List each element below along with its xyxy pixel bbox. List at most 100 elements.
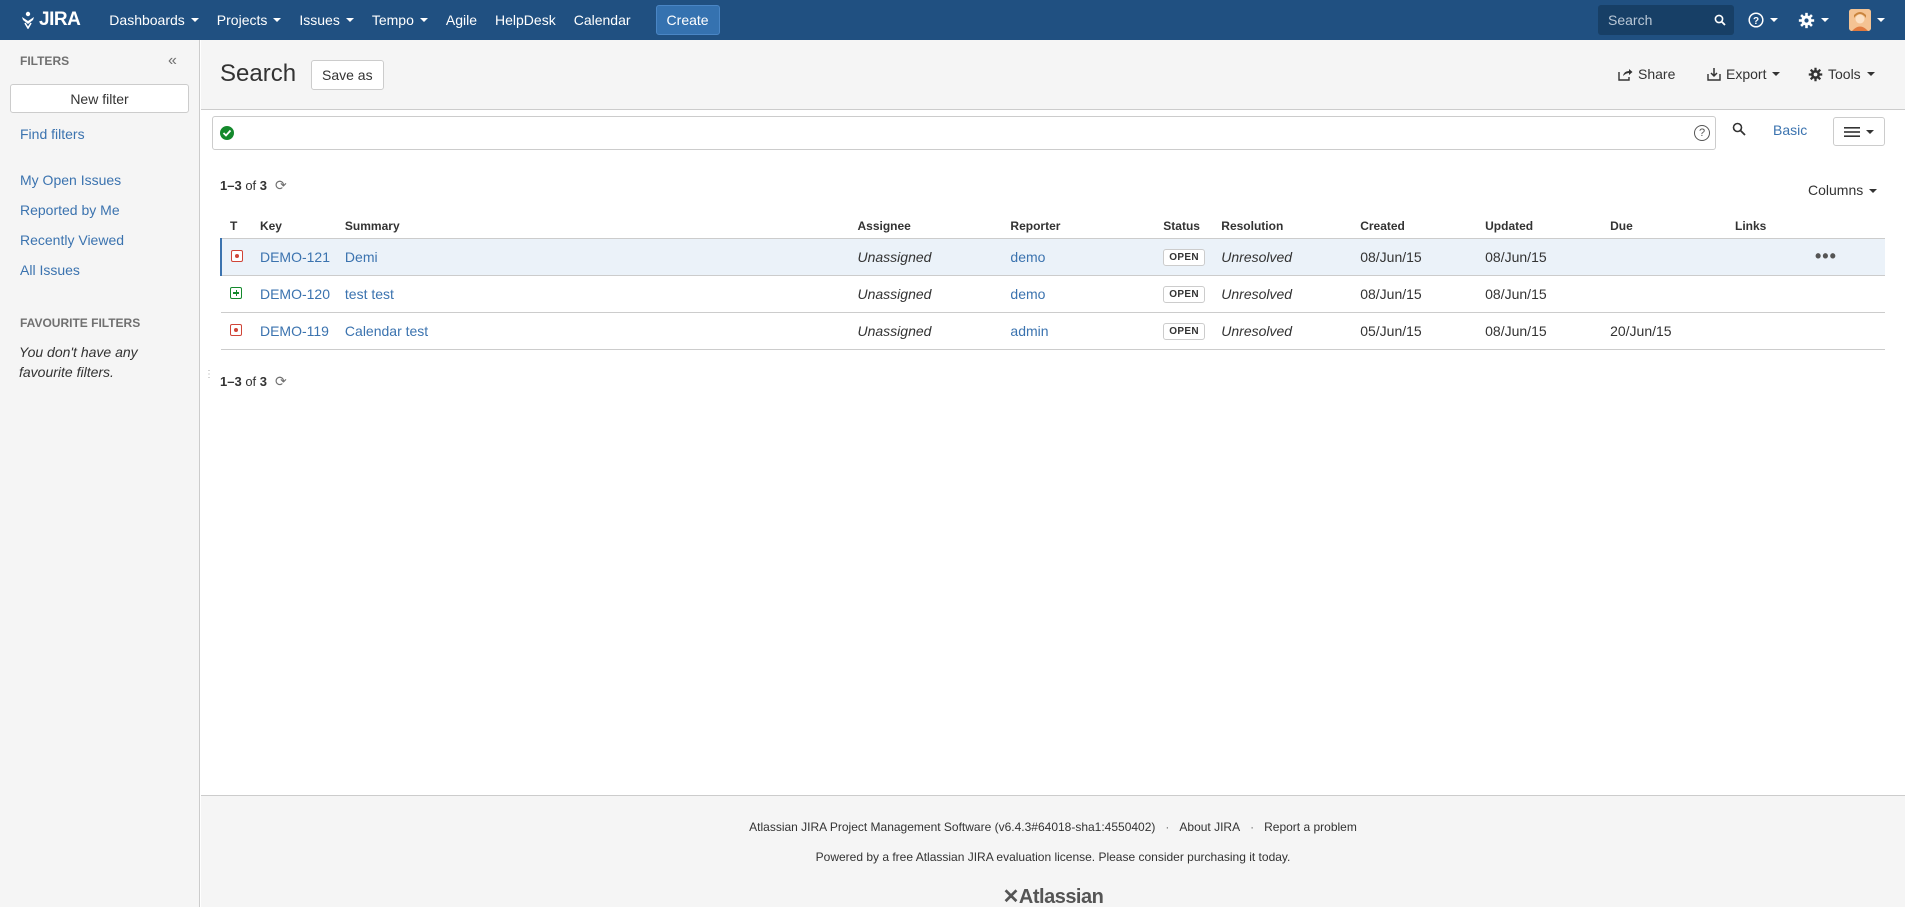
chevron-down-icon [190,18,199,22]
collapse-sidebar-icon[interactable]: « [168,52,177,70]
results-count-top: 1–3 of 3 ⟳ [220,177,287,194]
help-menu[interactable]: ? [1748,12,1778,28]
find-filters-link[interactable]: Find filters [20,126,85,142]
nav-label: Issues [299,12,340,28]
col-header-status[interactable]: Status [1163,214,1222,239]
nav-projects[interactable]: Projects [208,0,291,40]
search-placeholder: Search [1608,12,1653,28]
search-submit-button[interactable] [1732,122,1746,139]
tools-button[interactable]: Tools [1808,66,1875,82]
cell-reporter: admin [1010,312,1164,350]
share-button[interactable]: Share [1618,66,1675,82]
report-problem-link[interactable]: Report a problem [1264,820,1357,834]
nav-calendar[interactable]: Calendar [565,0,640,40]
nav-helpdesk[interactable]: HelpDesk [486,0,565,40]
nav-agile[interactable]: Agile [437,0,486,40]
cell-reporter: demo [1010,275,1164,313]
col-header-reporter[interactable]: Reporter [1010,214,1164,239]
atlassian-logo[interactable]: ✕Atlassian [201,884,1905,907]
filter-all-issues[interactable]: All Issues [20,262,80,278]
col-header-key[interactable]: Key [259,214,345,239]
save-as-button[interactable]: Save as [311,60,384,90]
refresh-icon[interactable]: ⟳ [275,177,287,194]
cell-updated: 08/Jun/15 [1485,312,1611,350]
bug-icon [230,323,242,336]
results-range: 1–3 [220,178,242,193]
nav-label: Calendar [573,12,631,28]
nav-dashboards[interactable]: Dashboards [100,0,208,40]
refresh-icon[interactable]: ⟳ [275,373,287,390]
status-badge: OPEN [1163,286,1205,303]
col-header-links: Links [1735,214,1815,239]
nav-label: Tempo [371,12,414,28]
admin-menu[interactable] [1798,12,1829,29]
issue-summary-link[interactable]: Calendar test [345,323,428,339]
quick-search-input[interactable]: Search [1598,5,1734,35]
main-menu: Dashboards Projects Issues Tempo Agile H… [100,0,720,40]
col-header-due[interactable]: Due [1610,214,1736,239]
basic-mode-link[interactable]: Basic [1773,122,1807,138]
issue-key-link[interactable]: DEMO-121 [260,249,330,265]
create-button[interactable]: Create [655,5,720,35]
col-header-resolution[interactable]: Resolution [1221,214,1361,239]
table-row[interactable]: DEMO-120 test test Unassigned demo OPEN … [221,275,1885,313]
nav-label: Agile [445,12,478,28]
jira-logo[interactable]: JIRA [20,9,81,31]
resize-handle-icon[interactable]: ⋮ [204,370,214,380]
results-total: 3 [259,178,268,193]
layout-switcher-button[interactable] [1833,117,1885,146]
footer-links: Atlassian JIRA Project Management Softwa… [201,820,1905,834]
cell-due [1610,238,1736,276]
footer-separator: · [1165,820,1170,834]
cell-type [221,312,260,350]
col-header-summary[interactable]: Summary [344,214,858,239]
filter-recently-viewed[interactable]: Recently Viewed [20,232,124,248]
filters-sidebar: FILTERS « New filter Find filters My Ope… [0,40,200,907]
table-row[interactable]: DEMO-119 Calendar test Unassigned admin … [221,312,1885,350]
cell-due: 20/Jun/15 [1610,312,1736,350]
tools-label: Tools [1828,66,1861,82]
user-menu[interactable] [1849,9,1885,31]
nav-label: HelpDesk [495,12,556,28]
new-feature-icon [230,286,242,299]
chevron-down-icon [1772,72,1781,76]
issue-summary-link[interactable]: Demi [345,249,378,265]
more-actions-icon[interactable]: ••• [1815,246,1837,266]
issue-key-link[interactable]: DEMO-120 [260,286,330,302]
col-header-updated[interactable]: Updated [1485,214,1611,239]
col-header-assignee[interactable]: Assignee [857,214,1011,239]
columns-button[interactable]: Columns [1808,182,1878,198]
gear-icon [1808,67,1823,81]
footer-separator: · [1250,820,1255,834]
syntax-help-icon[interactable]: ? [1694,125,1710,141]
cell-assignee: Unassigned [857,312,1011,350]
bug-icon [231,249,243,262]
export-button[interactable]: Export [1707,66,1781,82]
col-header-actions [1814,214,1885,239]
about-jira-link[interactable]: About JIRA [1179,820,1240,834]
reporter-link[interactable]: demo [1010,286,1045,302]
columns-label: Columns [1808,182,1864,198]
nav-tempo[interactable]: Tempo [363,0,437,40]
cell-links [1735,312,1815,350]
share-label: Share [1638,66,1676,82]
reporter-link[interactable]: demo [1010,249,1045,265]
filter-reported-by-me[interactable]: Reported by Me [20,202,120,218]
reporter-link[interactable]: admin [1010,323,1048,339]
share-icon [1618,68,1633,81]
issue-summary-link[interactable]: test test [345,286,394,302]
search-icon [1714,14,1726,26]
footer-software-info: Atlassian JIRA Project Management Softwa… [749,820,1156,834]
cell-updated: 08/Jun/15 [1485,275,1611,313]
new-filter-button[interactable]: New filter [10,84,189,113]
table-row[interactable]: DEMO-121 Demi Unassigned demo OPEN Unres… [220,238,1885,276]
nav-issues[interactable]: Issues [290,0,362,40]
page-title: Search [220,60,297,87]
jql-query-input[interactable]: ? [212,116,1716,150]
col-header-type[interactable]: T [221,214,260,239]
footer: Atlassian JIRA Project Management Softwa… [201,795,1905,907]
cell-actions [1814,275,1885,313]
col-header-created[interactable]: Created [1360,214,1486,239]
issue-key-link[interactable]: DEMO-119 [260,323,329,339]
filter-my-open-issues[interactable]: My Open Issues [20,172,121,188]
